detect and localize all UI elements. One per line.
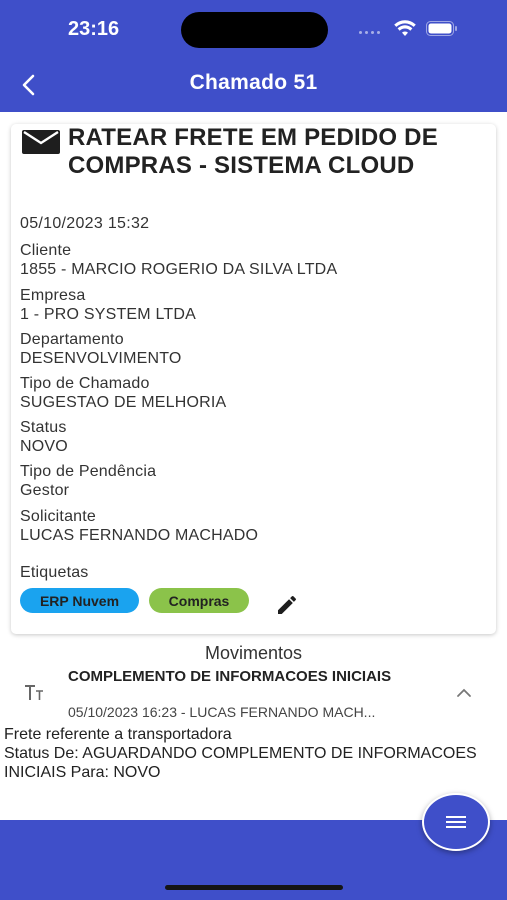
status-time: 23:16 [68, 18, 120, 40]
chevron-up-icon[interactable] [454, 686, 474, 700]
tag-chip-erp-nuvem[interactable]: ERP Nuvem [20, 588, 139, 613]
field-tipo-chamado: Tipo de Chamado SUGESTAO DE MELHORIA [20, 374, 490, 412]
dynamic-island [181, 12, 328, 48]
field-value: LUCAS FERNANDO MACHADO [20, 527, 259, 544]
field-label: Departamento [20, 331, 124, 348]
text-type-icon [23, 683, 49, 703]
wifi-icon [394, 20, 416, 36]
field-label: Solicitante [20, 508, 97, 525]
tags-label: Etiquetas [20, 564, 89, 581]
menu-fab-button[interactable] [422, 793, 490, 851]
cellular-signal-icon [359, 31, 387, 35]
app-header: 23:16 Chamado 51 [0, 0, 507, 112]
movement-body-line: Status De: AGUARDANDO COMPLEMENTO DE INF… [4, 745, 477, 781]
edit-pencil-icon[interactable] [275, 593, 299, 617]
tags-label-wrap: Etiquetas [20, 563, 490, 582]
menu-icon [446, 816, 466, 828]
field-tipo-pendencia: Tipo de Pendência Gestor [20, 462, 490, 500]
field-label: Tipo de Pendência [20, 463, 157, 480]
field-solicitante: Solicitante LUCAS FERNANDO MACHADO [20, 507, 490, 545]
movement-subtitle: 05/10/2023 16:23 - LUCAS FERNANDO MACH..… [68, 704, 376, 720]
mail-icon [22, 130, 60, 154]
field-empresa: Empresa 1 - PRO SYSTEM LTDA [20, 286, 490, 324]
battery-icon [426, 21, 457, 36]
tag-chip-compras[interactable]: Compras [149, 588, 249, 613]
field-value: DESENVOLVIMENTO [20, 350, 182, 367]
field-departamento: Departamento DESENVOLVIMENTO [20, 330, 490, 368]
field-value: SUGESTAO DE MELHORIA [20, 394, 227, 411]
field-label: Status [20, 419, 67, 436]
ticket-date: 05/10/2023 15:32 [20, 215, 150, 232]
field-value: Gestor [20, 482, 70, 499]
field-value: NOVO [20, 438, 68, 455]
field-label: Cliente [20, 242, 72, 259]
status-bar: 23:16 [0, 0, 507, 60]
field-label: Empresa [20, 287, 86, 304]
field-cliente: Cliente 1855 - MARCIO ROGERIO DA SILVA L… [20, 241, 490, 279]
home-indicator[interactable] [165, 885, 343, 890]
movement-body: Frete referente a transportadora Status … [4, 725, 504, 782]
movements-title: Movimentos [204, 643, 303, 663]
page-title: Chamado 51 [189, 71, 318, 94]
field-label: Tipo de Chamado [20, 375, 150, 392]
field-value: 1855 - MARCIO ROGERIO DA SILVA LTDA [20, 261, 338, 278]
movement-body-line: Frete referente a transportadora [4, 726, 232, 743]
movement-title[interactable]: COMPLEMENTO DE INFORMACOES INICIAIS [68, 668, 433, 686]
field-status: Status NOVO [20, 418, 490, 456]
ticket-title: RATEAR FRETE EM PEDIDO DE COMPRAS - SIST… [68, 124, 438, 179]
field-value: 1 - PRO SYSTEM LTDA [20, 306, 196, 323]
